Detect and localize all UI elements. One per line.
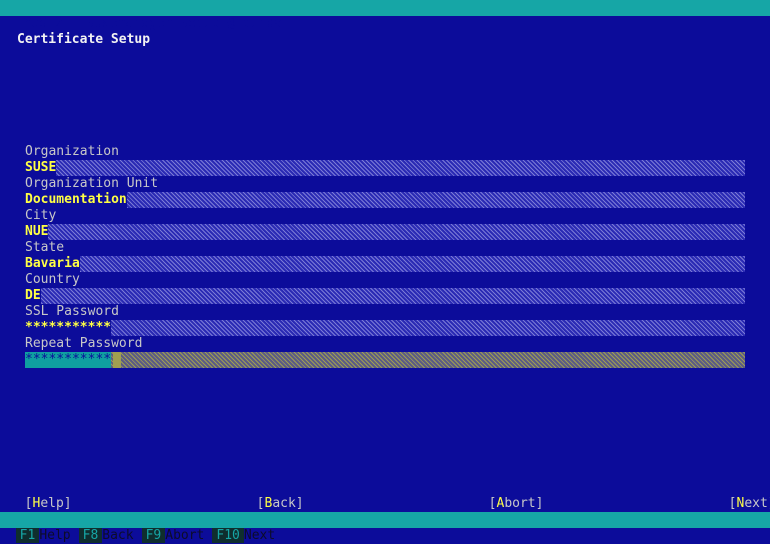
- back-button[interactable]: [Back]: [241, 480, 304, 512]
- f1-help-key[interactable]: F1 Help: [15, 528, 79, 544]
- f10-next-key[interactable]: F10 Next: [212, 528, 283, 544]
- repeat-password-value: ***********: [25, 352, 112, 368]
- ssl-password-field[interactable]: ***********: [25, 320, 745, 336]
- window-title: YaST2 - susemanager_setup @ quidam: [23, 16, 290, 31]
- ssl-password-value: ***********: [25, 320, 112, 336]
- text-cursor: [113, 352, 121, 368]
- f9-abort-key[interactable]: F9 Abort: [141, 528, 213, 544]
- city-label: City: [25, 208, 57, 223]
- abort-button[interactable]: [Abort]: [473, 480, 544, 512]
- organization-field[interactable]: SUSE: [25, 160, 745, 176]
- f10-action-label: Next: [243, 528, 276, 543]
- state-label: State: [25, 240, 65, 255]
- certificate-form: Organization SUSE Organization Unit Docu…: [25, 144, 745, 368]
- help-button[interactable]: [Help]: [9, 480, 72, 512]
- organization-unit-label: Organization Unit: [25, 176, 159, 191]
- f1-action-label: Help: [39, 528, 71, 543]
- next-button-rest: ext]: [744, 496, 770, 511]
- state-field[interactable]: Bavaria: [25, 256, 745, 272]
- organization-value: SUSE: [25, 160, 57, 176]
- country-value: DE: [25, 288, 41, 304]
- country-field[interactable]: DE: [25, 288, 745, 304]
- function-key-bar: F1 Help F8 Back F9 Abort F10 Next: [0, 512, 770, 543]
- f10-key-label: F10: [212, 528, 244, 543]
- organization-unit-field[interactable]: Documentation: [25, 192, 745, 208]
- help-button-rest: elp]: [40, 496, 72, 511]
- f8-key-label: F8: [78, 528, 103, 543]
- country-label: Country: [25, 272, 80, 287]
- repeat-password-label: Repeat Password: [25, 336, 143, 351]
- city-field[interactable]: NUE: [25, 224, 745, 240]
- abort-button-rest: bort]: [504, 496, 544, 511]
- city-value: NUE: [25, 224, 49, 240]
- next-button[interactable]: [Next]: [713, 480, 770, 512]
- organization-unit-value: Documentation: [25, 192, 127, 208]
- back-button-rest: ack]: [272, 496, 304, 511]
- f8-action-label: Back: [102, 528, 134, 543]
- f9-action-label: Abort: [165, 528, 205, 543]
- f9-key-label: F9: [141, 528, 166, 543]
- organization-label: Organization: [25, 144, 119, 159]
- repeat-password-field[interactable]: ***********: [25, 352, 745, 368]
- ssl-password-label: SSL Password: [25, 304, 119, 319]
- f1-key-label: F1: [15, 528, 40, 543]
- f8-back-key[interactable]: F8 Back: [78, 528, 142, 544]
- window-title-bar: YaST2 - susemanager_setup @ quidam: [0, 0, 770, 31]
- state-value: Bavaria: [25, 256, 80, 272]
- dialog-heading: Certificate Setup: [17, 32, 151, 47]
